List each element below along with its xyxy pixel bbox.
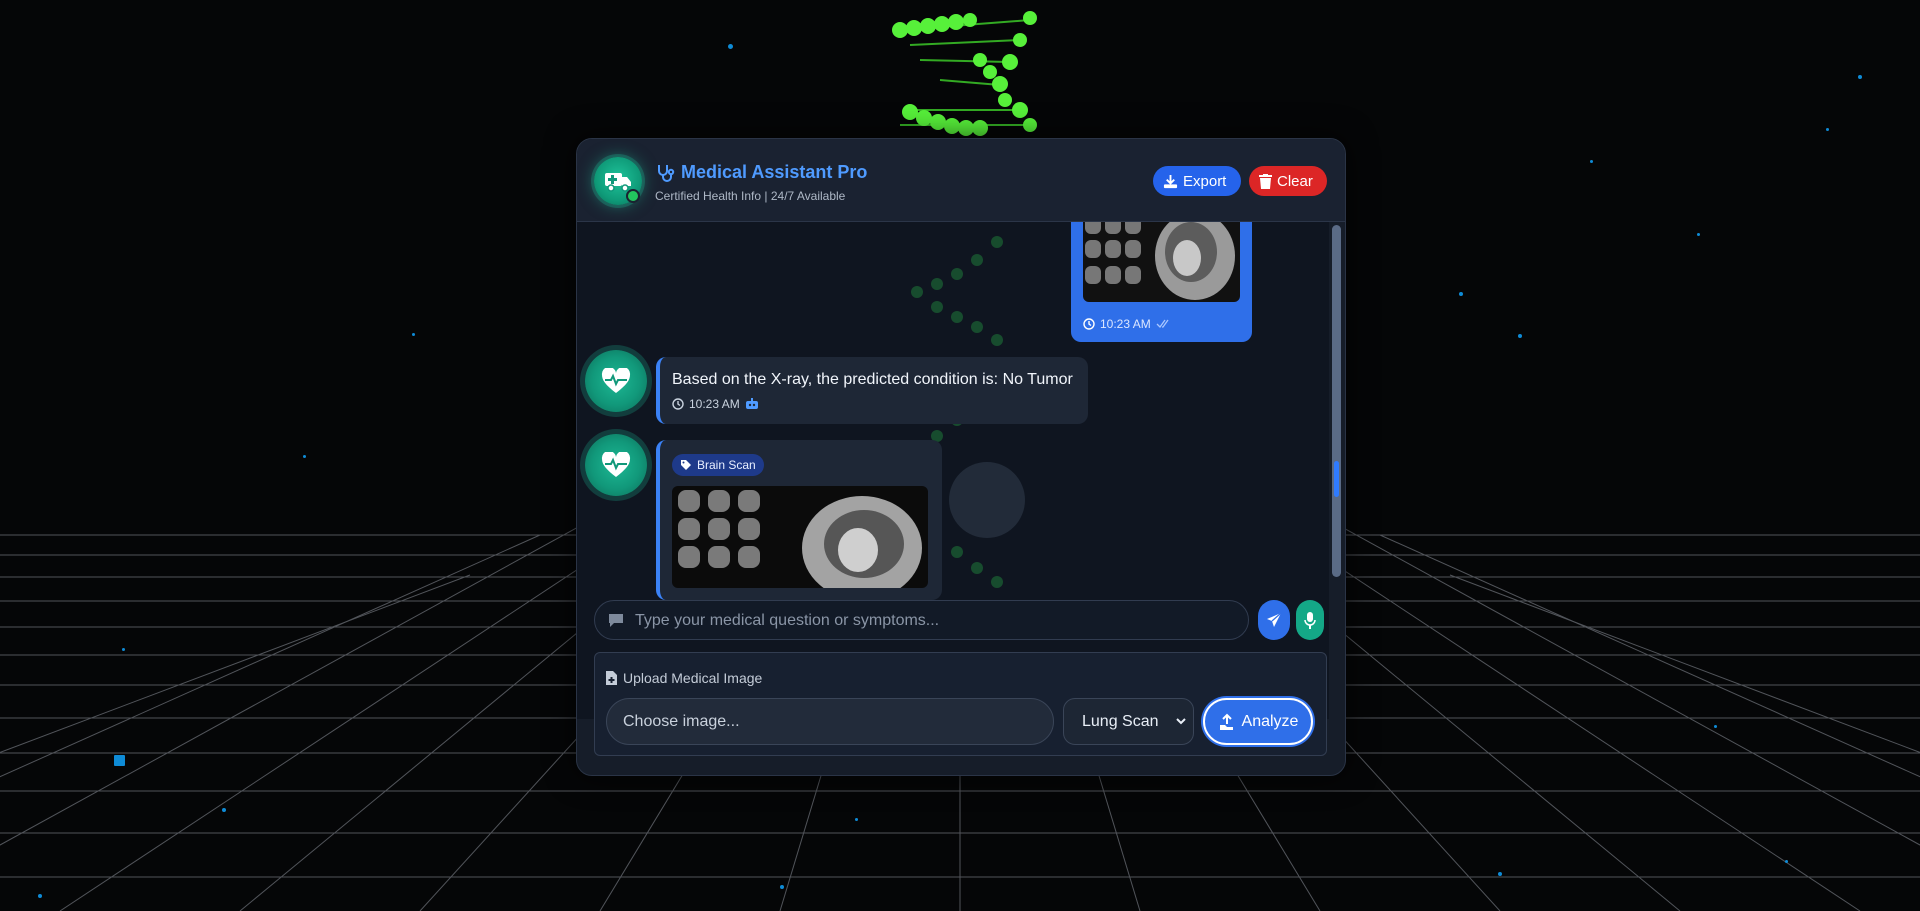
scan-type-selected: Lung Scan [1082, 712, 1159, 730]
upload-label: Upload Medical Image [623, 670, 763, 686]
scan-type-tag-label: Brain Scan [697, 458, 756, 472]
send-button[interactable] [1258, 600, 1290, 640]
star [1459, 292, 1463, 296]
star [780, 885, 784, 889]
star [1826, 128, 1829, 131]
upload-section: Upload Medical Image Choose image... Lun… [594, 652, 1327, 756]
star [1714, 725, 1717, 728]
star [1858, 75, 1862, 79]
image-file-input[interactable]: Choose image... [606, 698, 1054, 745]
star [1785, 860, 1788, 863]
upload-heading: Upload Medical Image [606, 670, 762, 686]
chat-scrollbar-thumb[interactable] [1334, 461, 1339, 497]
upload-hand-icon [1219, 713, 1233, 730]
message-input[interactable] [633, 601, 1237, 641]
robot-icon [745, 398, 758, 409]
star [1518, 334, 1522, 338]
bot-image-bubble: Brain Scan [656, 440, 942, 600]
file-medical-icon [606, 671, 617, 685]
star [1498, 872, 1502, 876]
analyzed-mri-image[interactable] [672, 486, 928, 588]
chat-messages[interactable]: 10:23 AM Based on the X-ray, the predict… [577, 222, 1329, 719]
star [122, 648, 125, 651]
microphone-icon [1304, 611, 1316, 629]
star [38, 894, 42, 898]
trash-icon [1259, 173, 1272, 189]
dna-helix-decoration [892, 11, 1037, 136]
message-time: 10:23 AM [689, 397, 740, 411]
star [855, 818, 858, 821]
star [1697, 233, 1700, 236]
download-icon [1163, 174, 1178, 188]
scan-type-select[interactable]: Lung Scan [1063, 698, 1194, 745]
scan-type-tag: Brain Scan [672, 454, 764, 476]
star [114, 755, 125, 766]
user-message-bubble: 10:23 AM [1071, 222, 1252, 342]
paper-plane-icon [1267, 612, 1282, 627]
stethoscope-icon [658, 164, 675, 182]
star [728, 44, 733, 49]
bot-avatar [585, 434, 647, 496]
uploaded-mri-image[interactable] [1083, 222, 1240, 302]
bot-message-text: Based on the X-ray, the predicted condit… [672, 371, 1073, 388]
star [1590, 160, 1593, 163]
tag-icon [681, 460, 691, 470]
analyze-button[interactable]: Analyze [1203, 698, 1313, 745]
message-input-wrapper [594, 600, 1249, 641]
app-subtitle: Certified Health Info | 24/7 Available [655, 189, 846, 203]
clock-icon [1083, 318, 1095, 330]
heart-pulse-icon [601, 368, 631, 393]
online-status-dot [626, 189, 640, 203]
chat-scrollbar[interactable] [1332, 225, 1341, 577]
file-input-placeholder: Choose image... [623, 712, 740, 730]
app-title: Medical Assistant Pro [681, 162, 868, 182]
clock-icon [672, 398, 684, 410]
export-button[interactable]: Export [1153, 166, 1241, 196]
bot-avatar [585, 350, 647, 412]
comment-icon [609, 614, 623, 627]
chevron-down-icon [1176, 718, 1186, 725]
clear-label: Clear [1277, 172, 1313, 190]
message-time: 10:23 AM [1100, 317, 1151, 331]
chat-panel: Medical Assistant Pro Certified Health I… [576, 138, 1346, 776]
analyze-label: Analyze [1241, 712, 1299, 730]
star [303, 455, 306, 458]
double-check-icon [1156, 319, 1169, 329]
star [412, 333, 415, 336]
chat-header: Medical Assistant Pro Certified Health I… [577, 139, 1345, 222]
export-label: Export [1183, 172, 1227, 190]
clear-button[interactable]: Clear [1249, 166, 1327, 196]
heart-pulse-icon [601, 452, 631, 477]
star [222, 808, 226, 812]
ambulance-logo [594, 157, 642, 205]
voice-input-button[interactable] [1296, 600, 1324, 640]
bot-message-bubble: Based on the X-ray, the predicted condit… [656, 357, 1088, 424]
ambulance-icon [605, 173, 631, 192]
